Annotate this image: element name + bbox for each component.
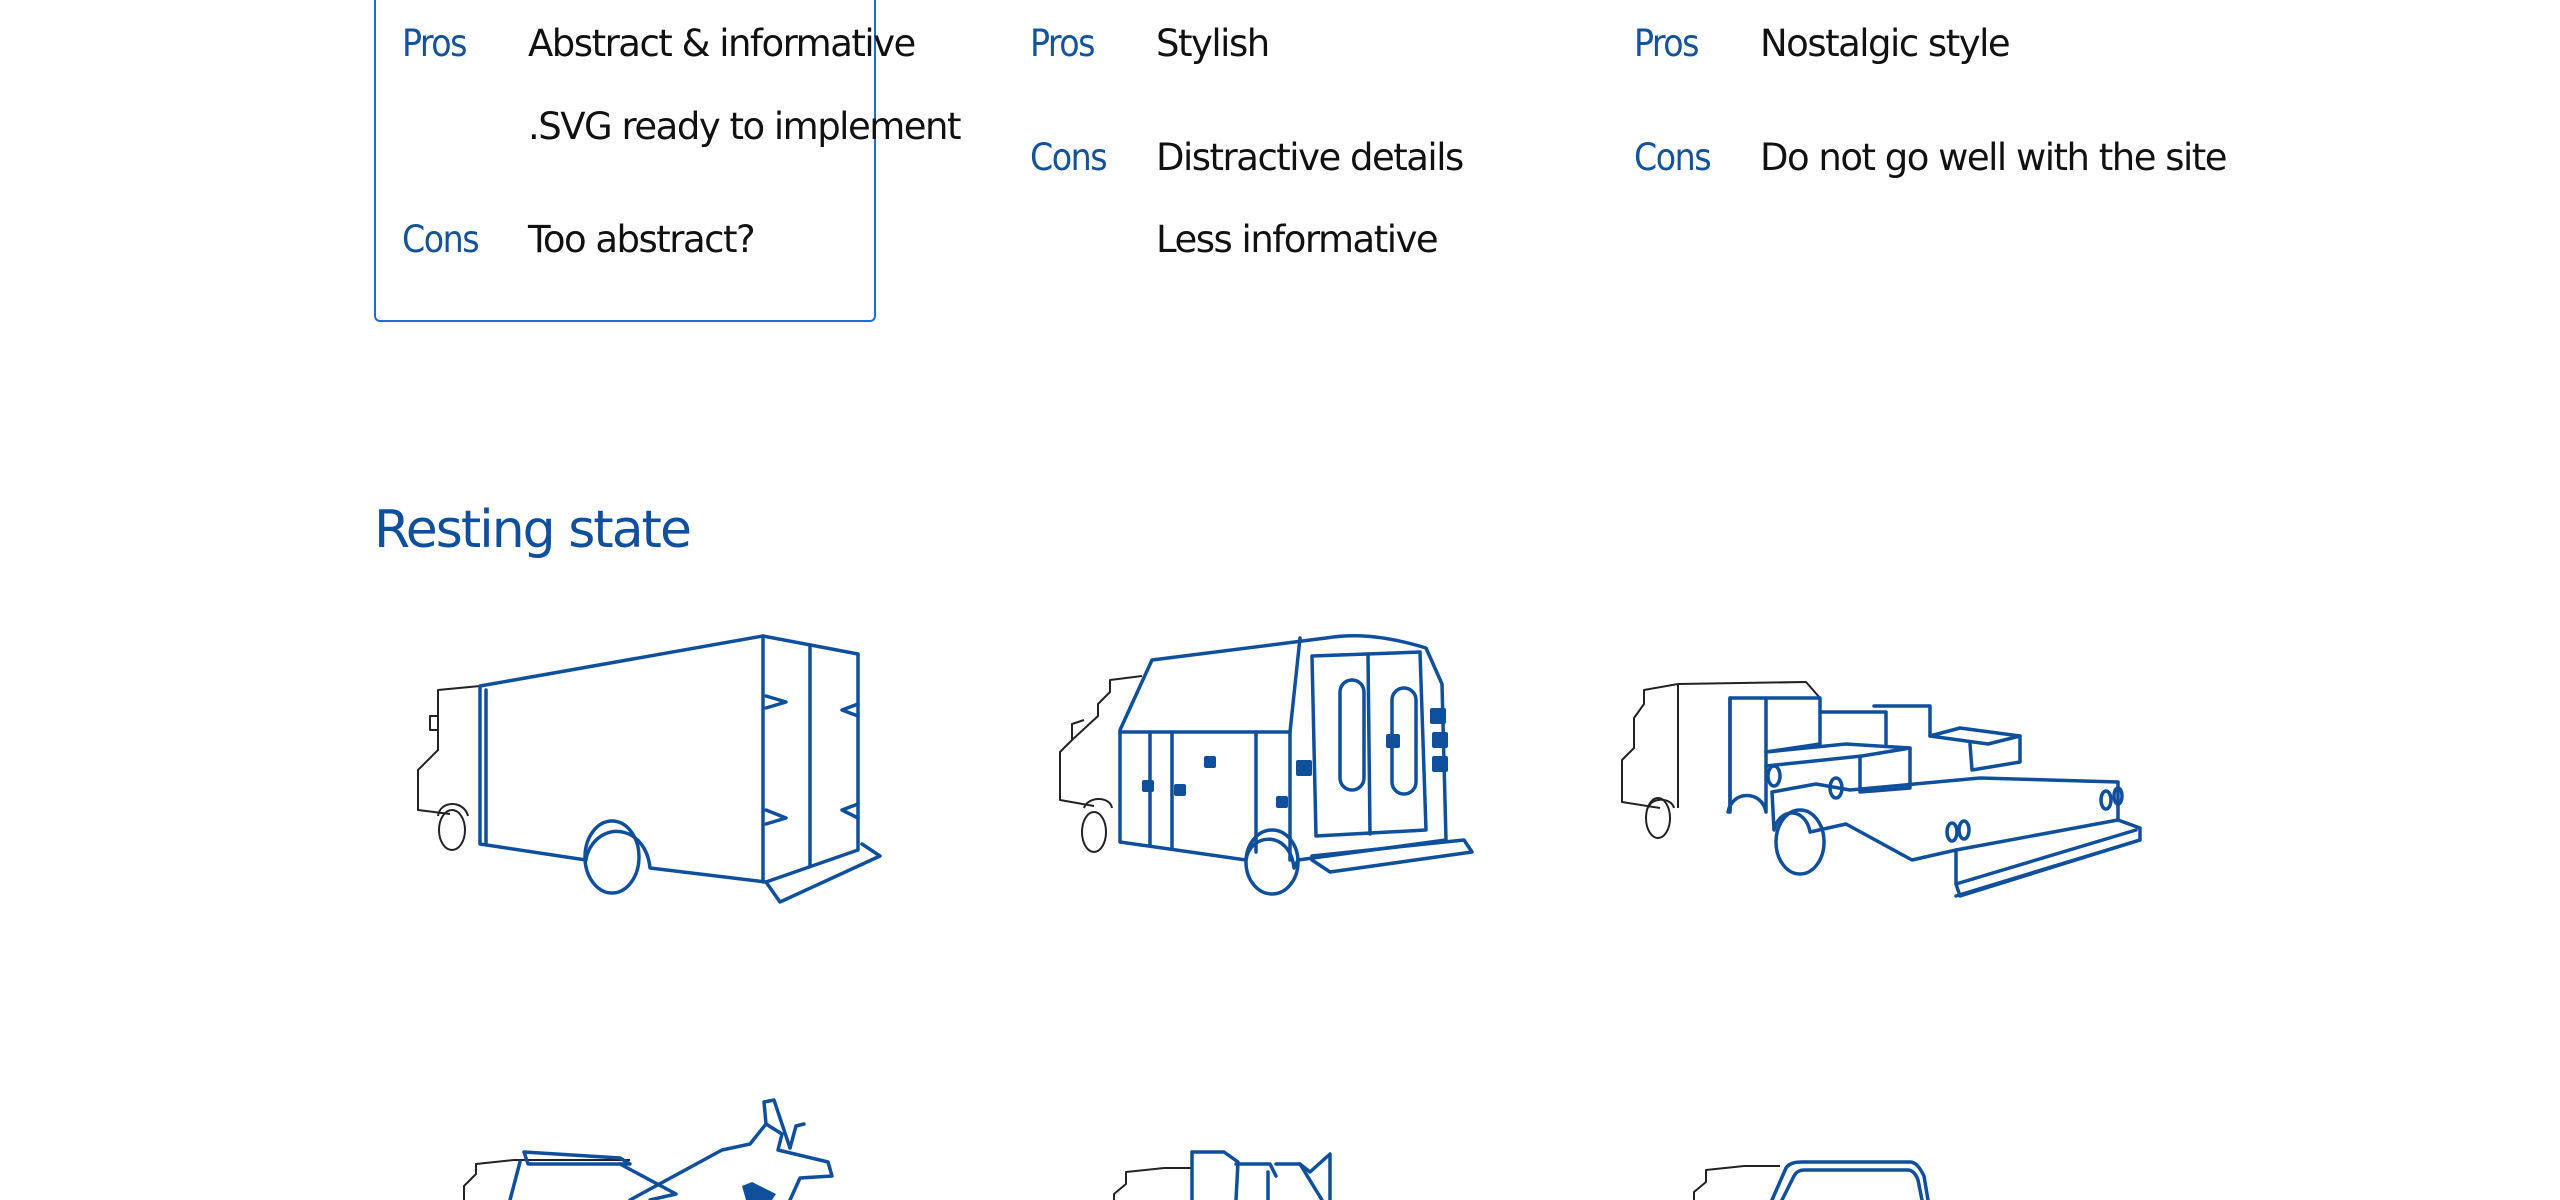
van-icon[interactable] [1680,1160,1940,1200]
cons-item: Distractive details [1156,136,1464,179]
pros-item: .SVG ready to implement [528,105,962,148]
cons-label: Cons [1634,136,1712,179]
pros-label: Pros [1030,22,1096,65]
pros-label: Pros [1634,22,1700,65]
pros-item: Stylish [1156,22,1270,65]
box-truck-icon[interactable] [410,620,890,910]
option-card-2[interactable]: Pros Stylish Cons Distractive details Le… [1030,0,1550,322]
option-card-1[interactable]: Pros Abstract & informative .SVG ready t… [374,0,962,322]
cons-item: Too abstract? [528,218,756,261]
service-van-icon[interactable] [1050,620,1500,910]
option-card-3[interactable]: Pros Nostalgic style Cons Do not go well… [1634,0,2254,322]
pros-item: Nostalgic style [1760,22,2011,65]
cons-label: Cons [1030,136,1108,179]
cons-label: Cons [402,218,480,261]
cons-item: Less informative [1156,218,1439,261]
cons-item: Do not go well with the site [1760,136,2228,179]
pros-label: Pros [402,22,468,65]
flatbed-truck-icon[interactable] [1620,660,2180,920]
pros-item: Abstract & informative [528,22,916,65]
dump-truck-icon[interactable] [1100,1150,1420,1200]
crane-truck-icon[interactable] [450,1090,860,1200]
section-title: Resting state [374,500,692,560]
